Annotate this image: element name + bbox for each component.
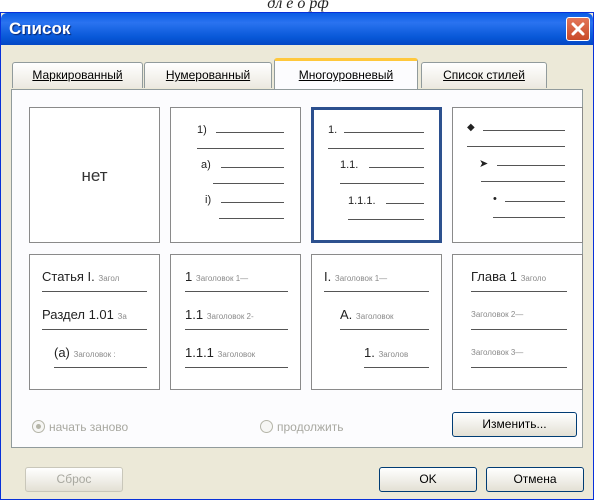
- list-option-none[interactable]: нет: [29, 107, 160, 243]
- ok-button[interactable]: OK: [379, 467, 477, 492]
- list-option-chapter[interactable]: Глава 1 Заголо Заголовок 2— Заголовок 3—: [452, 254, 583, 390]
- list-dialog: Список Маркированный Нумерованный Многоу…: [0, 12, 594, 500]
- tab-numbered[interactable]: Нумерованный: [144, 62, 272, 88]
- list-option-heading-decimal[interactable]: 1 Заголовок 1— 1.1 Заголовок 2- 1.1.1 За…: [170, 254, 301, 390]
- level3-marker: i): [205, 194, 212, 206]
- list-option-bullets[interactable]: ◆ ➤ •: [452, 107, 583, 243]
- level1-marker: I. Заголовок 1—: [324, 269, 388, 284]
- restart-numbering-label: начать заново: [49, 420, 129, 434]
- arrow-bullet-icon: ➤: [479, 158, 489, 170]
- level3-marker: 1. Заголов: [364, 345, 409, 360]
- level3-text: Заголовок 3—: [471, 348, 524, 357]
- level2-marker: 1.1.: [340, 159, 359, 171]
- window-title: Список: [9, 19, 71, 38]
- list-option-paren[interactable]: 1) а) i): [170, 107, 301, 243]
- tab-bulleted[interactable]: Маркированный: [12, 62, 143, 88]
- close-button[interactable]: [566, 17, 590, 41]
- dot-bullet-icon: •: [493, 193, 497, 205]
- list-option-articles[interactable]: Статья I. Загол Раздел 1.01 За (a) Загол…: [29, 254, 160, 390]
- change-button[interactable]: Изменить...: [452, 412, 577, 437]
- level2-marker: Раздел 1.01 За: [42, 307, 127, 322]
- tab-panel: нет 1) а) i) 1. 1.1. 1.1.1. ◆ ➤ • Статья…: [11, 89, 583, 448]
- tab-list-styles[interactable]: Список стилей: [421, 62, 547, 88]
- level3-marker: (a) Заголовок :: [54, 345, 116, 360]
- level1-marker: Глава 1 Заголо: [471, 269, 547, 284]
- level3-marker: 1.1.1 Заголовок: [185, 345, 256, 360]
- title-bar[interactable]: Список: [1, 13, 593, 45]
- level2-text: Заголовок 2—: [471, 310, 524, 319]
- close-icon: [571, 22, 585, 36]
- radio-dot-icon: [260, 420, 273, 433]
- level1-marker: 1): [197, 124, 207, 136]
- level1-marker: 1.: [328, 124, 338, 136]
- level1-marker: Статья I. Загол: [42, 269, 120, 284]
- continue-numbering-label: продолжить: [277, 420, 344, 434]
- level2-marker: 1.1 Заголовок 2-: [185, 307, 254, 322]
- tab-multilevel[interactable]: Многоуровневый: [274, 58, 418, 89]
- list-option-roman[interactable]: I. Заголовок 1— A. Заголовок 1. Заголов: [311, 254, 442, 390]
- radio-dot-icon: [32, 420, 45, 433]
- diamond-bullet-icon: ◆: [467, 122, 475, 133]
- continue-numbering-radio[interactable]: продолжить: [260, 420, 343, 434]
- level1-marker: 1 Заголовок 1—: [185, 269, 249, 284]
- reset-button[interactable]: Сброс: [25, 467, 123, 492]
- list-option-decimal[interactable]: 1. 1.1. 1.1.1.: [311, 107, 442, 243]
- none-label: нет: [81, 166, 108, 185]
- restart-numbering-radio[interactable]: начать заново: [32, 420, 128, 434]
- cancel-button[interactable]: Отмена: [486, 467, 584, 492]
- level2-marker: A. Заголовок: [340, 307, 394, 322]
- level3-marker: 1.1.1.: [348, 195, 376, 207]
- level2-marker: а): [201, 159, 211, 171]
